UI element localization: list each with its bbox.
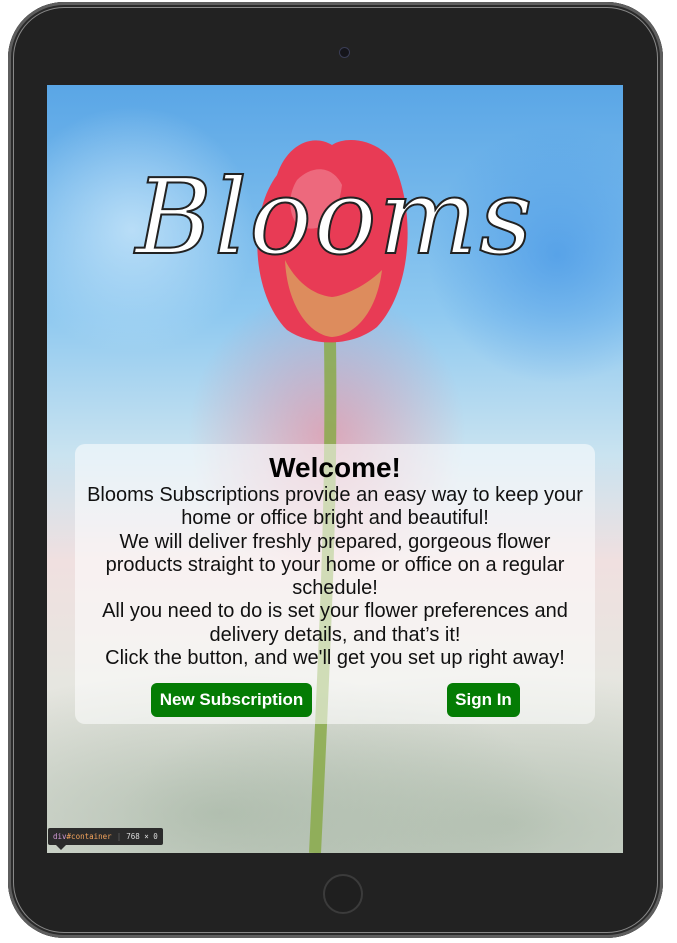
brand-logo: Blooms <box>135 156 535 278</box>
sign-in-button[interactable]: Sign In <box>447 683 520 717</box>
welcome-text-line: We will deliver freshly prepared, gorgeo… <box>119 530 551 553</box>
screen-container: Blooms Welcome! Blooms Subscriptions pro… <box>47 85 623 853</box>
tooltip-separator: | <box>116 832 122 841</box>
welcome-text-line: All you need to do is set your flower pr… <box>102 600 568 623</box>
welcome-text-line: schedule! <box>292 577 378 600</box>
welcome-text-line: delivery details, and that’s it! <box>209 623 461 646</box>
tooltip-dimensions: 768 × 0 <box>126 832 158 841</box>
new-subscription-button[interactable]: New Subscription <box>151 683 312 717</box>
home-button[interactable] <box>323 874 363 914</box>
welcome-text-line: Click the button, and we'll get you set … <box>105 647 565 670</box>
welcome-heading: Welcome! <box>269 452 401 483</box>
tooltip-element-name: div <box>53 832 67 841</box>
tooltip-arrow-icon <box>56 845 66 850</box>
welcome-card: Welcome! Blooms Subscriptions provide an… <box>75 444 595 724</box>
camera-icon <box>339 47 350 58</box>
welcome-text-line: home or office bright and beautiful! <box>181 507 489 530</box>
welcome-text-line: products straight to your home or office… <box>105 553 565 576</box>
welcome-text-line: Blooms Subscriptions provide an easy way… <box>87 484 583 506</box>
devtools-element-tooltip: div #container | 768 × 0 <box>48 828 163 845</box>
tooltip-element-id: #container <box>66 832 112 841</box>
